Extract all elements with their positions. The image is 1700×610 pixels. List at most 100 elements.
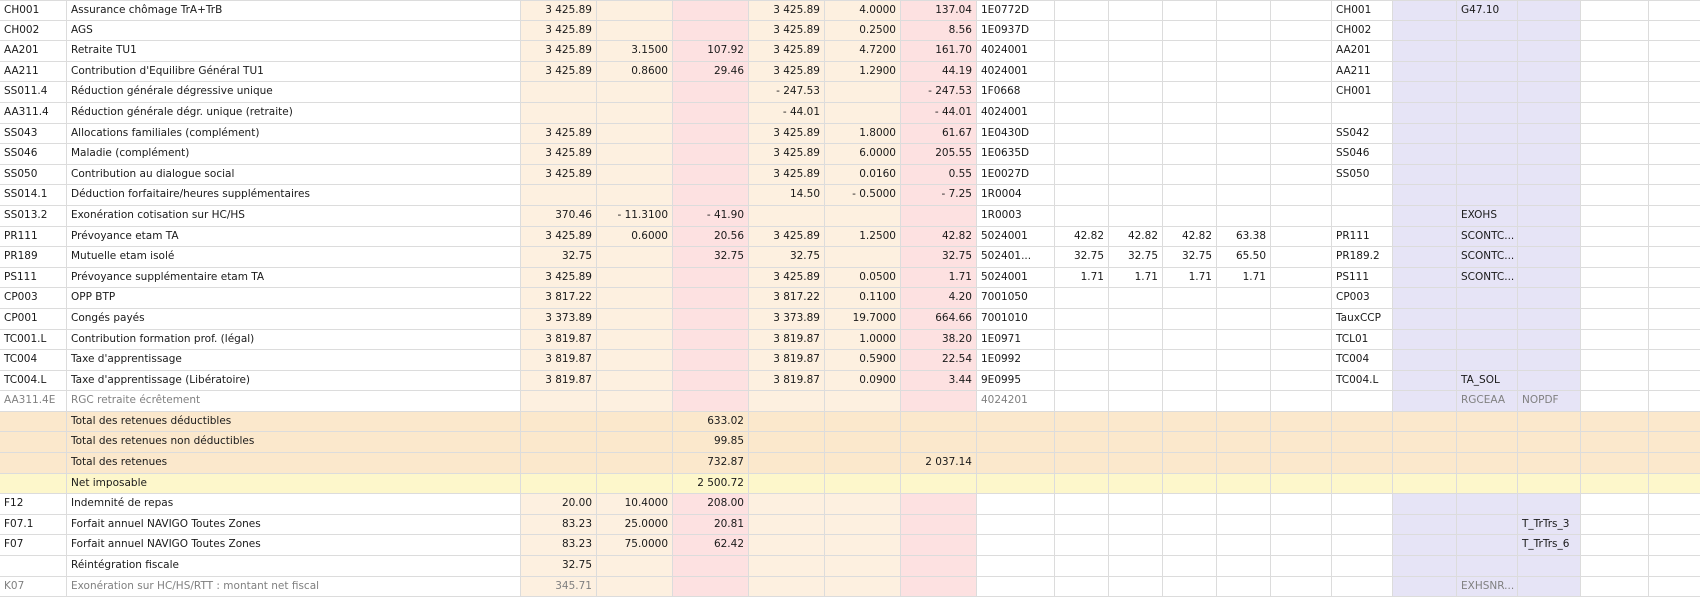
table-row[interactable]: Réintégration fiscale 32.75 — [0, 556, 1700, 577]
account-cell[interactable]: 1R0004 — [977, 185, 1055, 205]
lav-cell-1[interactable] — [1393, 556, 1457, 576]
lav-cell-3[interactable] — [1518, 453, 1581, 473]
code-cell[interactable]: K07 — [0, 576, 67, 597]
amount-patronal-cell[interactable]: 22.54 — [901, 350, 977, 370]
base-salarial-cell[interactable]: 3 817.22 — [521, 288, 597, 308]
base-salarial-cell[interactable] — [521, 432, 597, 453]
lav-cell-3[interactable] — [1518, 82, 1581, 102]
account-cell[interactable]: 1E0772D — [977, 1, 1055, 20]
extra-value-cell-4[interactable] — [1217, 308, 1271, 329]
extra-value-cell-4[interactable] — [1217, 144, 1271, 164]
amount-salarial-cell[interactable] — [673, 288, 749, 308]
ref-code-cell[interactable] — [1332, 185, 1393, 205]
lav-cell-3[interactable] — [1518, 1, 1581, 20]
lav-cell-2[interactable] — [1457, 350, 1518, 370]
ref-code-cell[interactable] — [1332, 205, 1393, 226]
base-patronal-cell[interactable]: 3 425.89 — [749, 20, 825, 41]
extra-value-cell-3[interactable] — [1163, 20, 1217, 41]
lav-cell-1[interactable] — [1393, 267, 1457, 288]
table-row[interactable]: PS111 Prévoyance supplémentaire etam TA 3 … — [0, 267, 1700, 289]
lav-cell-1[interactable] — [1393, 473, 1457, 494]
trailing-cell-1[interactable] — [1581, 205, 1649, 226]
extra-value-cell-2[interactable] — [1109, 329, 1163, 350]
label-cell[interactable]: Exonération cotisation sur HC/HS — [67, 205, 521, 226]
code-cell[interactable]: SS011.4 — [0, 82, 67, 102]
amount-patronal-cell[interactable]: 137.04 — [901, 1, 977, 20]
extra-value-cell-3[interactable]: 42.82 — [1163, 226, 1217, 247]
base-patronal-cell[interactable] — [749, 432, 825, 453]
label-cell[interactable]: Taxe d'apprentissage (Libératoire) — [67, 370, 521, 391]
extra-value-cell-4[interactable] — [1217, 102, 1271, 123]
amount-patronal-cell[interactable]: 4.20 — [901, 288, 977, 308]
base-salarial-cell[interactable]: 32.75 — [521, 247, 597, 267]
trailing-cell-1[interactable] — [1581, 185, 1649, 205]
amount-patronal-cell[interactable]: 205.55 — [901, 144, 977, 164]
account-cell[interactable]: 4024201 — [977, 391, 1055, 411]
base-salarial-cell[interactable]: 3 425.89 — [521, 144, 597, 164]
rate-patronal-cell[interactable]: - 0.5000 — [825, 185, 901, 205]
trailing-cell-1[interactable] — [1581, 61, 1649, 82]
amount-patronal-cell[interactable] — [901, 391, 977, 411]
trailing-cell-1[interactable] — [1581, 164, 1649, 185]
base-salarial-cell[interactable]: 83.23 — [521, 514, 597, 535]
rate-salarial-cell[interactable]: 3.1500 — [597, 41, 673, 61]
extra-value-cell-4[interactable] — [1217, 41, 1271, 61]
base-salarial-cell[interactable] — [521, 82, 597, 102]
extra-value-cell-5[interactable] — [1271, 1, 1332, 20]
label-cell[interactable]: Réduction générale dégr. unique (retrait… — [67, 102, 521, 123]
extra-value-cell-4[interactable] — [1217, 453, 1271, 473]
trailing-cell-2[interactable] — [1649, 515, 1700, 535]
trailing-cell-2[interactable] — [1649, 62, 1700, 82]
amount-patronal-cell[interactable] — [901, 494, 977, 514]
extra-value-cell-2[interactable] — [1109, 453, 1163, 473]
extra-value-cell-1[interactable]: 1.71 — [1055, 267, 1109, 288]
table-row[interactable]: CH001 Assurance chômage TrA+TrB 3 425.89 3 … — [0, 0, 1700, 21]
rate-patronal-cell[interactable]: 4.0000 — [825, 1, 901, 20]
trailing-cell-1[interactable] — [1581, 391, 1649, 411]
lav-cell-3[interactable] — [1518, 350, 1581, 370]
lav-cell-1[interactable] — [1393, 535, 1457, 556]
extra-value-cell-5[interactable] — [1271, 370, 1332, 391]
extra-value-cell-4[interactable] — [1217, 164, 1271, 185]
label-cell[interactable]: Prévoyance etam TA — [67, 226, 521, 247]
lav-cell-2[interactable] — [1457, 82, 1518, 102]
extra-value-cell-5[interactable] — [1271, 556, 1332, 576]
extra-value-cell-4[interactable] — [1217, 329, 1271, 350]
trailing-cell-2[interactable] — [1649, 288, 1700, 308]
label-cell[interactable]: Total des retenues non déductibles — [67, 432, 521, 453]
lav-cell-2[interactable] — [1457, 123, 1518, 144]
extra-value-cell-4[interactable] — [1217, 576, 1271, 597]
rate-salarial-cell[interactable]: 75.0000 — [597, 535, 673, 556]
ref-code-cell[interactable]: CP003 — [1332, 288, 1393, 308]
trailing-cell-1[interactable] — [1581, 267, 1649, 288]
extra-value-cell-3[interactable] — [1163, 535, 1217, 556]
extra-value-cell-1[interactable] — [1055, 556, 1109, 576]
lav-cell-3[interactable] — [1518, 267, 1581, 288]
base-salarial-cell[interactable]: 3 819.87 — [521, 370, 597, 391]
extra-value-cell-1[interactable] — [1055, 144, 1109, 164]
extra-value-cell-4[interactable] — [1217, 494, 1271, 514]
extra-value-cell-4[interactable] — [1217, 82, 1271, 102]
code-cell[interactable]: CH002 — [0, 20, 67, 41]
code-cell[interactable]: SS014.1 — [0, 185, 67, 205]
extra-value-cell-5[interactable] — [1271, 432, 1332, 453]
account-cell[interactable] — [977, 473, 1055, 494]
extra-value-cell-3[interactable] — [1163, 514, 1217, 535]
account-cell[interactable]: 1E0635D — [977, 144, 1055, 164]
trailing-cell-2[interactable] — [1649, 535, 1700, 555]
extra-value-cell-1[interactable] — [1055, 391, 1109, 411]
account-cell[interactable]: 1F0668 — [977, 82, 1055, 102]
rate-patronal-cell[interactable] — [825, 576, 901, 597]
extra-value-cell-3[interactable] — [1163, 61, 1217, 82]
account-cell[interactable] — [977, 432, 1055, 453]
account-cell[interactable]: 1E0937D — [977, 20, 1055, 41]
label-cell[interactable]: Déduction forfaitaire/heures supplémenta… — [67, 185, 521, 205]
lav-cell-1[interactable] — [1393, 61, 1457, 82]
base-salarial-cell[interactable]: 20.00 — [521, 494, 597, 514]
base-salarial-cell[interactable]: 3 425.89 — [521, 226, 597, 247]
table-row[interactable]: PR111 Prévoyance etam TA 3 425.89 0.6000 20.… — [0, 226, 1700, 248]
rate-patronal-cell[interactable]: 0.0900 — [825, 370, 901, 391]
lav-cell-1[interactable] — [1393, 144, 1457, 164]
amount-patronal-cell[interactable] — [901, 556, 977, 576]
extra-value-cell-1[interactable] — [1055, 494, 1109, 514]
